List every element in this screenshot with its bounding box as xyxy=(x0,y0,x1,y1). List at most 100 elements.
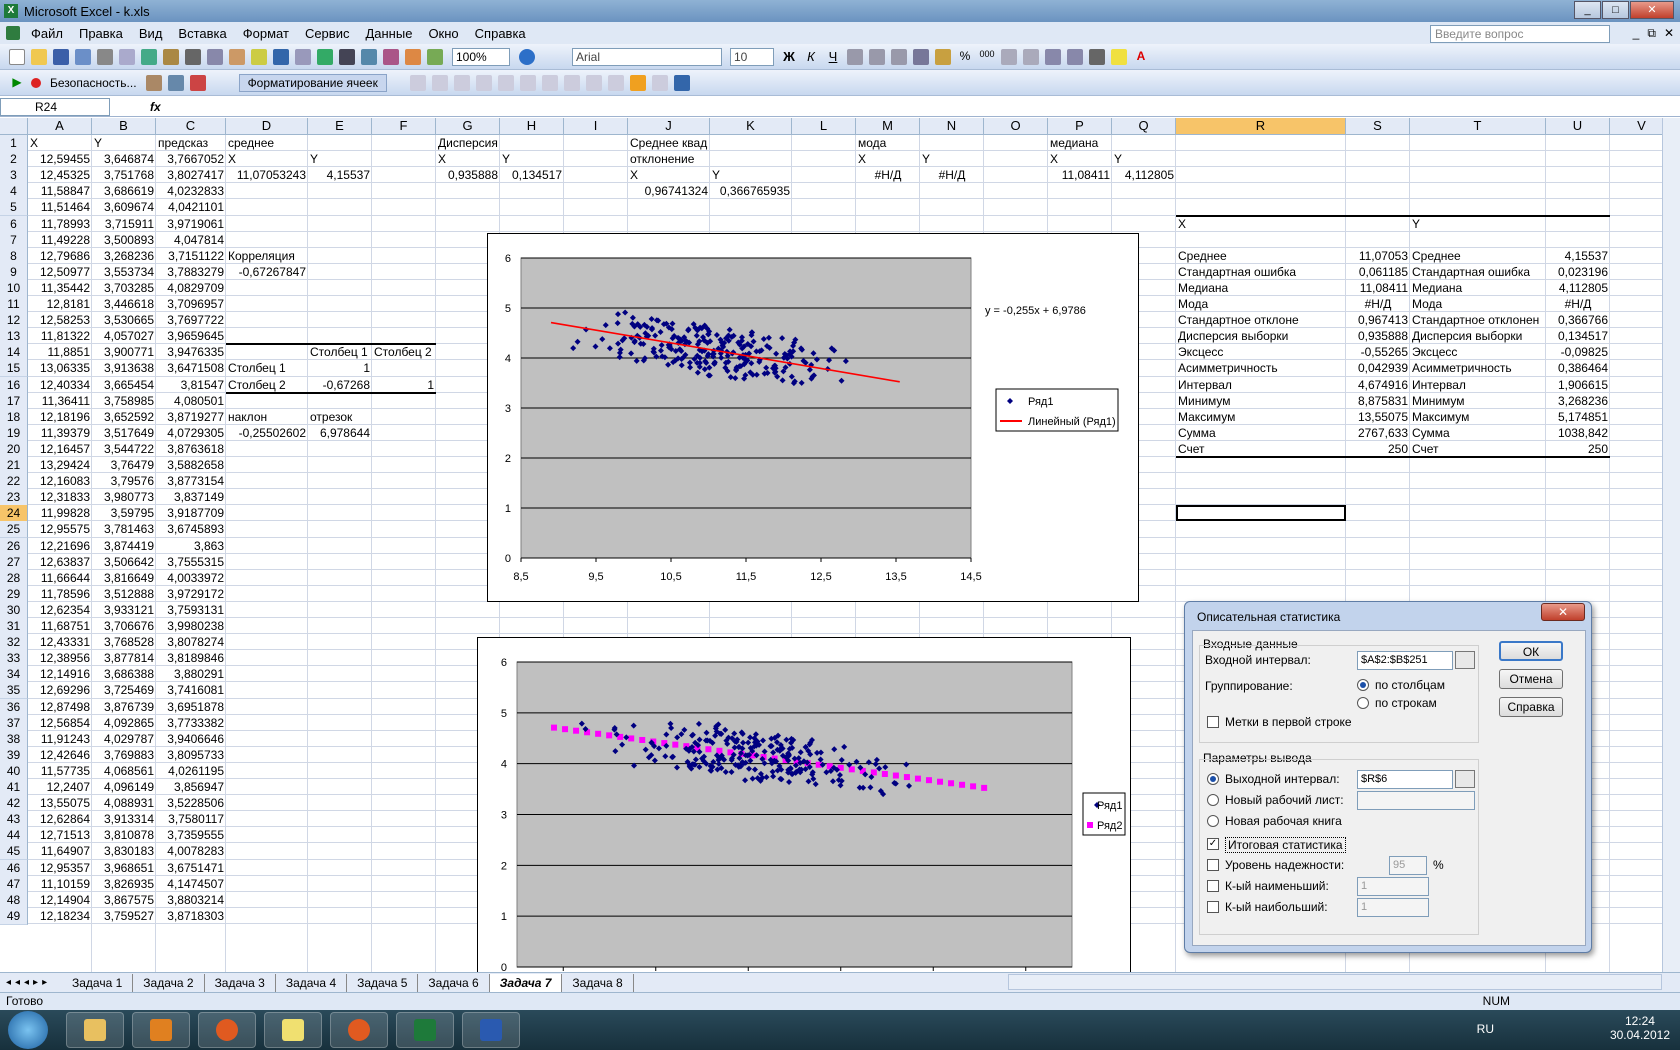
cell-C17[interactable]: 4,080501 xyxy=(158,393,224,410)
cell-C28[interactable]: 4,0033972 xyxy=(158,570,224,587)
spinner-control-icon[interactable] xyxy=(607,74,624,91)
row-header[interactable]: 25 xyxy=(0,521,28,539)
combobox-control-icon[interactable] xyxy=(563,74,580,91)
cell-M1[interactable]: мода xyxy=(858,135,918,152)
cell-A20[interactable]: 12,16457 xyxy=(30,441,90,458)
groupbox-control-icon[interactable] xyxy=(453,74,470,91)
cell-R15[interactable]: Асимметричность xyxy=(1178,360,1344,377)
name-box[interactable]: R24 xyxy=(0,97,110,116)
row-header[interactable]: 30 xyxy=(0,601,28,619)
cell-C8[interactable]: 3,7151122 xyxy=(158,248,224,265)
record-macro-icon[interactable] xyxy=(31,77,41,88)
row-header[interactable]: 36 xyxy=(0,698,28,716)
column-header-P[interactable]: P xyxy=(1048,118,1112,135)
column-header-S[interactable]: S xyxy=(1346,118,1410,135)
dialog-help-button[interactable]: Справка xyxy=(1499,697,1563,717)
cell-U10[interactable]: 4,112805 xyxy=(1548,280,1608,297)
security-button[interactable]: Безопасность... xyxy=(44,76,143,90)
checkbox-control-icon[interactable] xyxy=(497,74,514,91)
decrease-indent-icon[interactable] xyxy=(1045,48,1061,65)
cell-A1[interactable]: X xyxy=(30,135,90,152)
row-header[interactable]: 44 xyxy=(0,827,28,845)
column-header-M[interactable]: M xyxy=(856,118,920,135)
row-header[interactable]: 48 xyxy=(0,891,28,909)
menu-item-0[interactable]: Файл xyxy=(23,26,71,41)
cell-A5[interactable]: 11,51464 xyxy=(30,199,90,216)
cell-R11[interactable]: Мода xyxy=(1178,296,1344,313)
row-header[interactable]: 29 xyxy=(0,585,28,603)
cell-U14[interactable]: -0,09825 xyxy=(1548,344,1608,361)
cell-B11[interactable]: 3,446618 xyxy=(94,296,154,313)
tab-navigation-icon[interactable]: ◂◂◂▸▸ xyxy=(0,977,62,988)
cell-A18[interactable]: 12,18196 xyxy=(30,409,90,426)
document-icon[interactable] xyxy=(6,26,20,40)
italic-icon[interactable]: К xyxy=(803,49,819,65)
cell-S18[interactable]: 13,55075 xyxy=(1348,409,1408,426)
percent-icon[interactable]: % xyxy=(957,49,973,65)
cell-D15[interactable]: Столбец 1 xyxy=(228,360,306,377)
cancel-button[interactable]: Отмена xyxy=(1499,669,1563,689)
cell-C16[interactable]: 3,81547 xyxy=(158,377,224,394)
sheet-tab-2[interactable]: Задача 2 xyxy=(133,973,205,992)
cell-R18[interactable]: Максимум xyxy=(1178,409,1344,426)
workbook-minimize-icon[interactable]: _ xyxy=(1633,26,1640,41)
cell-B4[interactable]: 3,686619 xyxy=(94,183,154,200)
undo-icon[interactable] xyxy=(273,48,289,65)
column-header-D[interactable]: D xyxy=(226,118,308,135)
cell-N3[interactable]: #Н/Д xyxy=(922,167,982,184)
drawing-icon[interactable] xyxy=(427,48,443,65)
cell-B17[interactable]: 3,758985 xyxy=(94,393,154,410)
column-header-N[interactable]: N xyxy=(920,118,984,135)
cell-A10[interactable]: 11,35442 xyxy=(30,280,90,297)
currency-icon[interactable] xyxy=(935,48,951,65)
cell-C47[interactable]: 4,1474507 xyxy=(158,876,224,893)
cell-A32[interactable]: 12,43331 xyxy=(30,634,90,651)
listbox-control-icon[interactable] xyxy=(541,74,558,91)
cell-C3[interactable]: 3,8027417 xyxy=(158,167,224,184)
close-button[interactable]: ✕ xyxy=(1630,1,1674,19)
cell-A26[interactable]: 12,21696 xyxy=(30,538,90,555)
start-button-icon[interactable] xyxy=(8,1011,48,1049)
cell-B47[interactable]: 3,826935 xyxy=(94,876,154,893)
row-header[interactable]: 23 xyxy=(0,489,28,507)
row-header[interactable]: 14 xyxy=(0,344,28,362)
cell-C48[interactable]: 3,8803214 xyxy=(158,892,224,909)
cell-C42[interactable]: 3,5228506 xyxy=(158,795,224,812)
cell-J1[interactable]: Среднее квадратическое xyxy=(630,135,708,152)
column-header-J[interactable]: J xyxy=(628,118,710,135)
cell-Q2[interactable]: Y xyxy=(1114,151,1174,168)
cell-C19[interactable]: 4,0729305 xyxy=(158,425,224,442)
cell-A36[interactable]: 12,87498 xyxy=(30,699,90,716)
cell-U11[interactable]: #Н/Д xyxy=(1548,296,1608,313)
row-header[interactable]: 11 xyxy=(0,296,28,313)
cell-A17[interactable]: 11,36411 xyxy=(30,393,90,410)
cell-Q3[interactable]: 4,112805 xyxy=(1114,167,1174,184)
row-header[interactable]: 22 xyxy=(0,473,28,491)
cell-C11[interactable]: 3,7096957 xyxy=(158,296,224,313)
cell-A49[interactable]: 12,18234 xyxy=(30,908,90,925)
cell-C29[interactable]: 3,9729172 xyxy=(158,586,224,603)
cell-D18[interactable]: наклон xyxy=(228,409,306,426)
toolbox-icon[interactable] xyxy=(145,74,162,91)
ok-button[interactable]: ОК xyxy=(1499,641,1563,661)
row-header[interactable]: 35 xyxy=(0,682,28,700)
format-painter-icon[interactable] xyxy=(251,48,267,65)
column-header-K[interactable]: K xyxy=(710,118,792,135)
cell-B38[interactable]: 4,029787 xyxy=(94,731,154,748)
cell-J4[interactable]: 0,96741324 xyxy=(630,183,708,200)
row-header[interactable]: 46 xyxy=(0,859,28,877)
chart-2[interactable]: 0 1 2 3 4 5 6 Ряд1 Ряд2 xyxy=(477,637,1131,977)
confidence-checkbox[interactable] xyxy=(1207,859,1219,871)
kth-largest-field[interactable]: 1 xyxy=(1357,898,1429,917)
cell-R6[interactable]: X xyxy=(1178,216,1344,233)
hyperlink-icon[interactable] xyxy=(317,48,333,65)
cell-C41[interactable]: 3,856947 xyxy=(158,779,224,796)
vertical-scrollbar[interactable] xyxy=(1662,118,1680,972)
cell-A34[interactable]: 12,14916 xyxy=(30,666,90,683)
cell-S14[interactable]: -0,55265 xyxy=(1348,344,1408,361)
cell-D8[interactable]: Корреляция xyxy=(228,248,306,265)
workbook-restore-icon[interactable]: ⧉ xyxy=(1647,26,1656,41)
cell-H3[interactable]: 0,134517 xyxy=(502,167,562,184)
cell-B22[interactable]: 3,79576 xyxy=(94,473,154,490)
column-header-O[interactable]: O xyxy=(984,118,1048,135)
